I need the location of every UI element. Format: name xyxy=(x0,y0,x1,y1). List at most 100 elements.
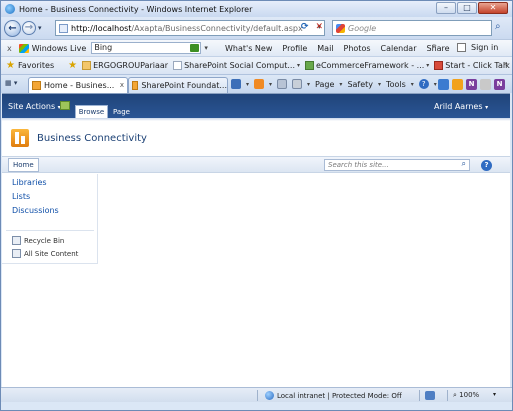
home-icon[interactable] xyxy=(231,79,241,89)
quicklaunch-libraries[interactable]: Libraries xyxy=(12,178,47,187)
quicklaunch-lists[interactable]: Lists xyxy=(12,192,30,201)
chevron-down-icon[interactable]: ▾ xyxy=(378,81,381,88)
bing-search-button[interactable] xyxy=(190,44,200,52)
edit-icon[interactable] xyxy=(457,43,466,52)
live-links: What's New Profile Mail Photos Calendar … xyxy=(225,44,450,53)
chevron-down-icon[interactable]: ▾ xyxy=(269,81,272,88)
recycle-bin-link[interactable]: Recycle Bin xyxy=(12,236,64,245)
title-bar: Home - Business Connectivity - Windows I… xyxy=(1,1,512,17)
chevron-down-icon[interactable]: ▾ xyxy=(426,62,429,69)
navigate-up-icon[interactable] xyxy=(60,101,70,110)
add-favorite-star-icon: ★ xyxy=(68,60,78,71)
back-button[interactable]: ← xyxy=(4,19,21,37)
chevron-down-icon[interactable]: ▾ xyxy=(434,81,437,88)
sign-in-link[interactable]: Sign in xyxy=(471,43,498,52)
tab-label: SharePoint Foundat... xyxy=(141,81,227,90)
close-window-button[interactable]: ✕ xyxy=(478,2,508,14)
favorite-link-click-talk[interactable]: Start - Click Talk xyxy=(434,61,510,70)
search-placeholder: Google xyxy=(348,23,377,33)
recent-pages-dropdown-icon[interactable]: ▾ xyxy=(38,24,42,32)
close-toolbar-icon[interactable]: x xyxy=(7,44,12,53)
forward-button[interactable]: → xyxy=(22,21,36,35)
tools-menu[interactable]: Tools xyxy=(386,80,406,89)
maximize-button[interactable]: □ xyxy=(457,2,477,14)
safety-menu[interactable]: Safety xyxy=(347,80,373,89)
addon-orange-icon[interactable] xyxy=(452,79,463,90)
favorites-button[interactable]: ★ Favorites xyxy=(6,60,54,71)
google-icon xyxy=(336,23,345,33)
ribbon-tab-browse[interactable]: Browse xyxy=(75,105,108,118)
all-site-content-link[interactable]: All Site Content xyxy=(12,249,78,258)
addon-gray-icon[interactable] xyxy=(480,79,491,90)
url-field[interactable]: http://localhost /Axapta/BusinessConnect… xyxy=(55,20,325,36)
live-link-calendar[interactable]: Calendar xyxy=(381,44,417,53)
help-icon[interactable]: ? xyxy=(418,79,429,89)
zoom-dropdown-icon[interactable]: ▾ xyxy=(493,391,496,398)
mail-icon[interactable] xyxy=(277,79,288,89)
site-search-input[interactable]: Search this site... ⌕ xyxy=(324,159,470,171)
site-actions-menu[interactable]: Site Actions ▾ xyxy=(8,102,61,111)
chevron-down-icon[interactable]: ▾ xyxy=(411,81,414,88)
quicklaunch-discussions[interactable]: Discussions xyxy=(12,206,59,215)
ribbon-tab-page[interactable]: Page xyxy=(113,108,130,116)
site-title[interactable]: Business Connectivity xyxy=(37,133,147,144)
page-menu[interactable]: Page xyxy=(315,80,334,89)
chevron-down-icon[interactable]: ▾ xyxy=(297,62,300,69)
quick-tabs-icon[interactable]: ▦ ▾ xyxy=(5,79,25,90)
chevron-down-icon: ▾ xyxy=(485,104,489,111)
close-tab-icon[interactable]: x xyxy=(120,81,124,89)
chevron-down-icon[interactable]: ▾ xyxy=(339,81,342,88)
favorite-link-ecommerce[interactable]: eCommerceFramework - ... ▾ xyxy=(305,61,429,70)
favorite-label: Start - Click Talk xyxy=(445,61,510,70)
onenote-send-icon[interactable]: N xyxy=(494,79,505,90)
live-link-profile[interactable]: Profile xyxy=(282,44,307,53)
tab-home-business-connectivity[interactable]: Home - Busines... x xyxy=(28,77,128,93)
feeds-icon[interactable] xyxy=(254,79,265,89)
live-link-share[interactable]: Share xyxy=(427,44,450,53)
help-icon[interactable]: ? xyxy=(481,160,492,171)
search-provider-field[interactable]: Google xyxy=(332,20,492,36)
site-actions-label: Site Actions xyxy=(8,102,56,111)
page-icon xyxy=(173,61,183,70)
minimize-button[interactable]: – xyxy=(436,2,456,14)
security-zone[interactable]: Local intranet | Protected Mode: Off xyxy=(265,391,402,400)
chevron-down-icon[interactable]: ▾ xyxy=(307,81,310,88)
favorite-link-sharepoint-social[interactable]: SharePoint Social Comput... ▾ xyxy=(173,61,300,70)
live-link-whats-new[interactable]: What's New xyxy=(225,44,272,53)
search-magnifier-icon[interactable]: ⌕ xyxy=(495,21,501,32)
live-more-chevron[interactable]: » xyxy=(432,41,437,50)
tab-bar: ▦ ▾ Home - Busines... x SharePoint Found… xyxy=(1,74,512,93)
favorite-label: SharePoint Social Comput... xyxy=(184,61,296,70)
addon-blue-icon[interactable] xyxy=(438,79,449,90)
bing-dropdown-icon[interactable]: ▾ xyxy=(204,44,208,52)
favorite-label: ERGOGROUPariaar xyxy=(93,61,169,70)
windows-live-toolbar: x Windows Live Bing ▾ What's New Profile… xyxy=(1,39,512,56)
top-navigation: Home Search this site... ⌕ ? xyxy=(2,156,510,173)
address-bar: ← → ▾ http://localhost /Axapta/BusinessC… xyxy=(1,17,512,39)
window-title: Home - Business Connectivity - Windows I… xyxy=(19,4,253,14)
topnav-home-link[interactable]: Home xyxy=(8,158,39,172)
add-favorite-button[interactable]: ★ xyxy=(68,60,77,71)
zoom-level[interactable]: ⌕ 100% xyxy=(453,391,479,400)
live-link-mail[interactable]: Mail xyxy=(317,44,333,53)
windows-live-label[interactable]: Windows Live xyxy=(32,44,87,53)
zoom-magnifier-icon: ⌕ xyxy=(453,391,457,399)
stop-icon[interactable]: ✕ xyxy=(316,22,324,32)
url-path: /Axapta/BusinessConnectivity/default.asp… xyxy=(131,23,303,33)
all-site-content-icon xyxy=(12,249,21,258)
quicklaunch-divider xyxy=(6,230,94,231)
tab-sharepoint-foundation[interactable]: SharePoint Foundat... xyxy=(128,77,228,93)
protected-mode-icon[interactable] xyxy=(425,391,435,400)
bing-search-input[interactable]: Bing xyxy=(91,42,202,54)
print-icon[interactable] xyxy=(292,79,303,89)
ie-logo-icon xyxy=(5,4,15,14)
user-menu[interactable]: Arild Aarnes ▾ xyxy=(434,102,488,111)
search-icon[interactable]: ⌕ xyxy=(462,159,466,169)
onenote-icon[interactable]: N xyxy=(466,79,477,90)
refresh-icon[interactable]: ⟳ xyxy=(301,22,309,32)
favorites-more-chevron[interactable]: » xyxy=(503,59,508,68)
live-link-photos[interactable]: Photos xyxy=(344,44,371,53)
chevron-down-icon[interactable]: ▾ xyxy=(246,81,249,88)
favorites-label: Favorites xyxy=(17,61,55,70)
favorite-link-ergogroup[interactable]: ERGOGROUPariaar xyxy=(82,61,168,70)
